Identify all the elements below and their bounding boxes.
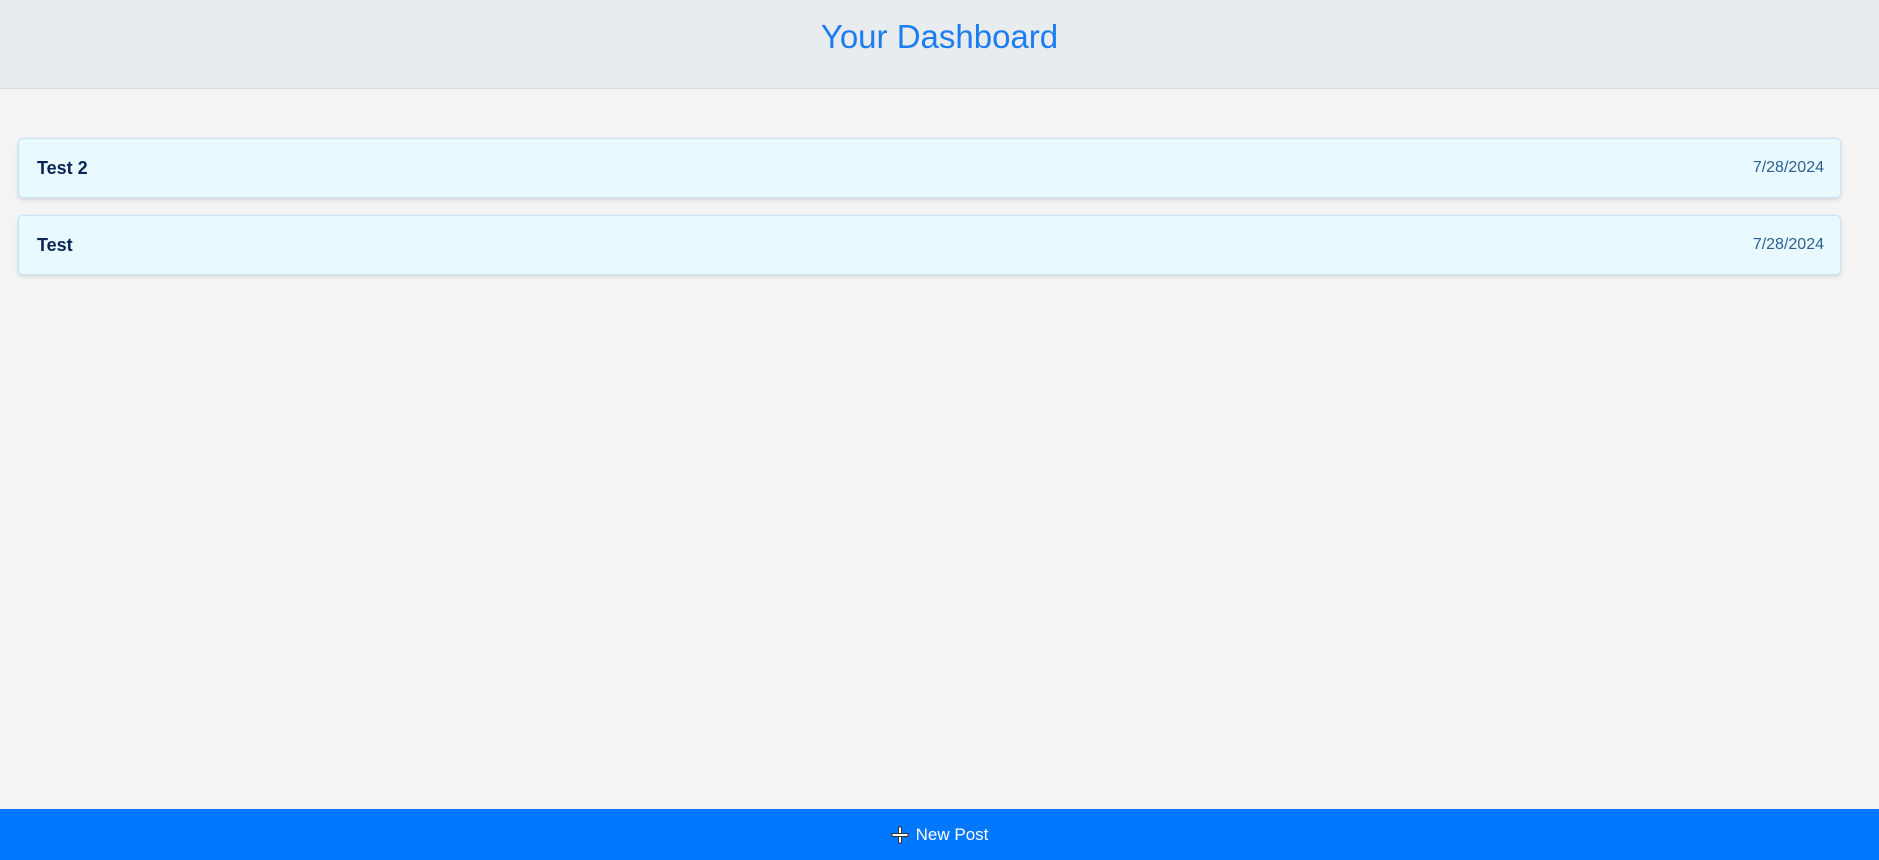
new-post-button[interactable]: New Post: [0, 809, 1879, 860]
post-date: 7/28/2024: [1752, 236, 1824, 253]
post-title: Test: [37, 234, 73, 255]
post-date: 7/28/2024: [1752, 159, 1824, 176]
plus-icon: [891, 826, 909, 843]
page-header: Your Dashboard: [0, 0, 1879, 89]
post-list: Test 2 7/28/2024 Test 7/28/2024: [18, 138, 1841, 292]
post-item[interactable]: Test 2 7/28/2024: [18, 138, 1841, 198]
post-item[interactable]: Test 7/28/2024: [18, 215, 1841, 275]
new-post-label: New Post: [915, 824, 989, 844]
post-title: Test 2: [37, 157, 88, 178]
page-title: Your Dashboard: [820, 17, 1059, 55]
